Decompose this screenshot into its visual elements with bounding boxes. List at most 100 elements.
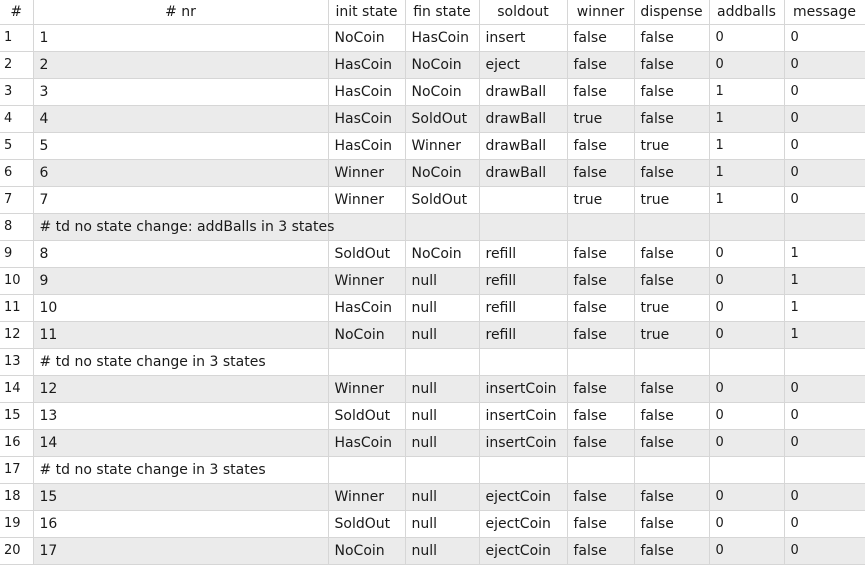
cell-soldout[interactable]: ejectCoin: [479, 537, 568, 565]
cell-fin-state[interactable]: [405, 348, 480, 376]
cell-message[interactable]: [784, 348, 865, 376]
cell-soldout[interactable]: ejectCoin: [479, 510, 568, 538]
cell-winner[interactable]: false: [567, 159, 635, 187]
cell-soldout[interactable]: refill: [479, 267, 568, 295]
cell-message[interactable]: 0: [784, 375, 865, 403]
cell-soldout[interactable]: insertCoin: [479, 402, 568, 430]
cell-init-state[interactable]: Winner: [328, 159, 406, 187]
cell-fin-state[interactable]: NoCoin: [405, 240, 480, 268]
cell-addballs[interactable]: 1: [709, 159, 785, 187]
table-row[interactable]: 15 13 SoldOut null insertCoin false false 0 0: [0, 402, 865, 430]
cell-message[interactable]: 0: [784, 483, 865, 511]
row-number[interactable]: 13: [0, 348, 34, 376]
cell-dispense[interactable]: false: [634, 402, 710, 430]
cell-message[interactable]: 0: [784, 51, 865, 79]
cell-message[interactable]: 0: [784, 105, 865, 133]
header-nr[interactable]: # nr: [33, 0, 329, 25]
header-dispense[interactable]: dispense: [634, 0, 710, 25]
cell-soldout[interactable]: [479, 186, 568, 214]
cell-init-state[interactable]: SoldOut: [328, 240, 406, 268]
table-row[interactable]: 16 14 HasCoin null insertCoin false false 0 0: [0, 429, 865, 457]
cell-message[interactable]: 0: [784, 429, 865, 457]
cell-soldout[interactable]: ejectCoin: [479, 483, 568, 511]
cell-fin-state[interactable]: null: [405, 537, 480, 565]
cell-nr[interactable]: 11: [33, 321, 329, 349]
row-number[interactable]: 11: [0, 294, 34, 322]
cell-fin-state[interactable]: NoCoin: [405, 78, 480, 106]
cell-nr[interactable]: 10: [33, 294, 329, 322]
cell-fin-state[interactable]: SoldOut: [405, 186, 480, 214]
cell-fin-state[interactable]: null: [405, 483, 480, 511]
table-row[interactable]: 20 17 NoCoin null ejectCoin false false 0 0: [0, 537, 865, 565]
cell-addballs[interactable]: 0: [709, 51, 785, 79]
cell-addballs[interactable]: 1: [709, 78, 785, 106]
table-row[interactable]: 2 2 HasCoin NoCoin eject false false 0 0: [0, 51, 865, 79]
table-row[interactable]: 14 12 Winner null insertCoin false false 0 0: [0, 375, 865, 403]
header-message[interactable]: message: [784, 0, 865, 25]
cell-winner[interactable]: false: [567, 51, 635, 79]
cell-winner[interactable]: true: [567, 186, 635, 214]
cell-soldout[interactable]: drawBall: [479, 132, 568, 160]
cell-soldout[interactable]: insert: [479, 24, 568, 52]
cell-dispense[interactable]: true: [634, 186, 710, 214]
table-row[interactable]: 10 9 Winner null refill false false 0 1: [0, 267, 865, 295]
cell-init-state[interactable]: Winner: [328, 186, 406, 214]
cell-init-state[interactable]: SoldOut: [328, 402, 406, 430]
cell-init-state[interactable]: HasCoin: [328, 294, 406, 322]
cell-dispense[interactable]: [634, 213, 710, 241]
table-row[interactable]: 18 15 Winner null ejectCoin false false 0 0: [0, 483, 865, 511]
cell-nr[interactable]: 7: [33, 186, 329, 214]
cell-nr[interactable]: 16: [33, 510, 329, 538]
cell-dispense[interactable]: false: [634, 510, 710, 538]
cell-winner[interactable]: false: [567, 240, 635, 268]
cell-message[interactable]: 0: [784, 510, 865, 538]
cell-dispense[interactable]: false: [634, 159, 710, 187]
cell-soldout[interactable]: drawBall: [479, 78, 568, 106]
cell-dispense[interactable]: false: [634, 24, 710, 52]
cell-message[interactable]: 1: [784, 294, 865, 322]
table-row[interactable]: 5 5 HasCoin Winner drawBall false true 1 0: [0, 132, 865, 160]
table-row[interactable]: 8 # td no state change: addBalls in 3 sta…: [0, 213, 865, 241]
cell-addballs[interactable]: [709, 213, 785, 241]
cell-init-state[interactable]: NoCoin: [328, 537, 406, 565]
cell-dispense[interactable]: [634, 348, 710, 376]
cell-init-state[interactable]: Winner: [328, 375, 406, 403]
cell-init-state[interactable]: Winner: [328, 483, 406, 511]
cell-dispense[interactable]: false: [634, 267, 710, 295]
cell-winner[interactable]: false: [567, 483, 635, 511]
cell-winner[interactable]: false: [567, 402, 635, 430]
cell-message[interactable]: 0: [784, 186, 865, 214]
cell-dispense[interactable]: true: [634, 132, 710, 160]
cell-winner[interactable]: false: [567, 429, 635, 457]
cell-init-state[interactable]: HasCoin: [328, 51, 406, 79]
table-row[interactable]: 17 # td no state change in 3 states: [0, 456, 865, 484]
cell-fin-state[interactable]: NoCoin: [405, 51, 480, 79]
cell-winner[interactable]: [567, 348, 635, 376]
cell-init-state[interactable]: NoCoin: [328, 321, 406, 349]
table-row[interactable]: 3 3 HasCoin NoCoin drawBall false false 1 0: [0, 78, 865, 106]
cell-winner[interactable]: false: [567, 321, 635, 349]
cell-nr[interactable]: 9: [33, 267, 329, 295]
cell-fin-state[interactable]: [405, 456, 480, 484]
cell-fin-state[interactable]: [405, 213, 480, 241]
row-number[interactable]: 5: [0, 132, 34, 160]
comment-cell[interactable]: # td no state change in 3 states: [33, 456, 329, 484]
cell-message[interactable]: 0: [784, 78, 865, 106]
cell-dispense[interactable]: false: [634, 240, 710, 268]
row-number[interactable]: 15: [0, 402, 34, 430]
cell-soldout[interactable]: eject: [479, 51, 568, 79]
cell-fin-state[interactable]: SoldOut: [405, 105, 480, 133]
cell-addballs[interactable]: 0: [709, 483, 785, 511]
cell-addballs[interactable]: [709, 456, 785, 484]
cell-soldout[interactable]: insertCoin: [479, 375, 568, 403]
cell-init-state[interactable]: HasCoin: [328, 105, 406, 133]
row-number[interactable]: 16: [0, 429, 34, 457]
header-rownum[interactable]: #: [0, 0, 34, 25]
cell-nr[interactable]: 5: [33, 132, 329, 160]
cell-message[interactable]: 1: [784, 321, 865, 349]
cell-addballs[interactable]: 1: [709, 132, 785, 160]
cell-dispense[interactable]: false: [634, 375, 710, 403]
row-number[interactable]: 2: [0, 51, 34, 79]
table-row[interactable]: 4 4 HasCoin SoldOut drawBall true false 1 0: [0, 105, 865, 133]
row-number[interactable]: 4: [0, 105, 34, 133]
